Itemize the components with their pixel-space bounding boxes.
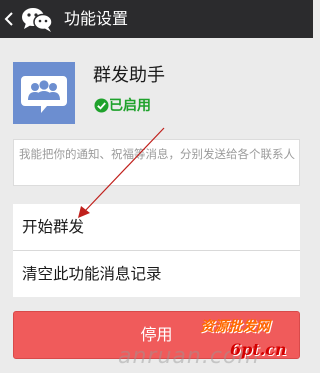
start-broadcast-button[interactable]: 开始群发 [13,204,300,250]
status-label: 已启用 [109,98,151,114]
top-bar: 功能设置 [0,0,313,38]
check-circle-icon [94,98,109,113]
description-text: 我能把你的通知、祝福等消息，分别发送给各个联系人 [19,147,295,161]
start-broadcast-label: 开始群发 [22,218,85,236]
watermark-main: 资源批发网 [200,319,270,335]
chat-bubbles-icon [22,8,53,32]
watermark-site: 6pt.cn [230,340,287,359]
clear-history-button[interactable]: 清空此功能消息记录 [13,251,300,297]
clear-history-label: 清空此功能消息记录 [22,265,162,283]
plugin-info-card: 群发助手 已启用 [0,38,313,133]
group-broadcast-icon [13,62,75,124]
plugin-description: 我能把你的通知、祝福等消息，分别发送给各个联系人 [13,139,300,186]
plugin-name: 群发助手 [93,65,165,86]
page-title: 功能设置 [64,9,129,28]
chevron-left-icon[interactable] [2,9,16,29]
